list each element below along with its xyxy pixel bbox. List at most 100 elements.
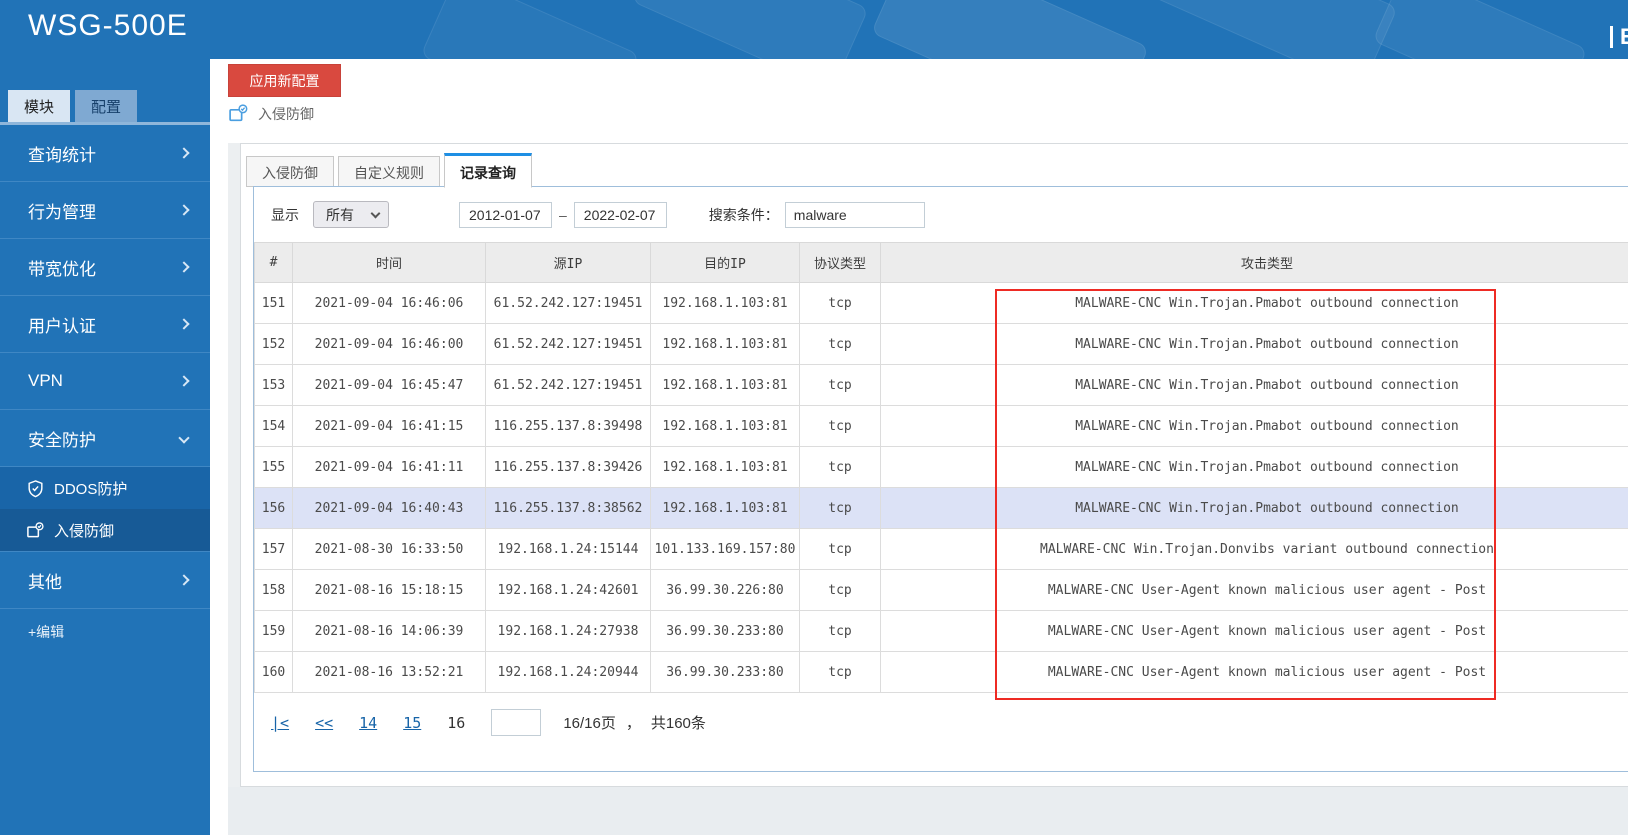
date-from-input[interactable] <box>459 201 552 228</box>
table-cell: tcp <box>799 446 881 488</box>
table-cell: tcp <box>799 282 881 324</box>
display-select[interactable]: 所有 <box>313 201 389 228</box>
table-cell: tcp <box>799 487 881 529</box>
table-cell: 158 <box>254 569 293 611</box>
sidebar-tab-config[interactable]: 配置 <box>75 90 137 122</box>
table-cell: tcp <box>799 405 881 447</box>
table-cell: 2021-08-16 14:06:39 <box>292 610 486 652</box>
page-jump-input[interactable] <box>491 709 542 736</box>
header-bg-decoration <box>870 0 1150 59</box>
sidebar-item-label: 行为管理 <box>28 202 96 222</box>
sidebar-subitem-intrusion[interactable]: 入侵防御 <box>0 509 210 551</box>
table-cell: 36.99.30.226:80 <box>650 569 800 611</box>
sidebar-nav: 查询统计 行为管理 带宽优化 用户认证 VPN 安全防护 DDOS防护 入侵防御… <box>0 125 210 609</box>
table-cell: 152 <box>254 323 293 365</box>
sidebar-subitem-label: DDOS防护 <box>54 480 128 498</box>
breadcrumb: 入侵防御 <box>228 103 314 124</box>
total-records: 共160条 <box>650 715 706 732</box>
chevron-right-icon <box>178 147 190 159</box>
date-to-input[interactable] <box>573 201 667 228</box>
table-header-row: # 时间 源IP 目的IP 协议类型 攻击类型 <box>254 242 1628 283</box>
tab-custom-rules[interactable]: 自定义规则 <box>338 156 440 187</box>
table-row[interactable]: 154 2021-09-04 16:41:15 116.255.137.8:3949… <box>254 405 1628 447</box>
table-body: 151 2021-09-04 16:46:06 61.52.242.127:1945… <box>254 282 1628 693</box>
app-header: WSG-500E E <box>0 0 1628 59</box>
chevron-right-icon <box>178 261 190 273</box>
table-row[interactable]: 160 2021-08-16 13:52:21 192.168.1.24:20944… <box>254 651 1628 693</box>
table-cell: 192.168.1.103:81 <box>650 446 800 488</box>
table-cell: 2021-09-04 16:40:43 <box>292 487 486 529</box>
table-cell: 2021-09-04 16:46:00 <box>292 323 486 365</box>
table-cell: 2021-08-30 16:33:50 <box>292 528 486 570</box>
sidebar-item-others[interactable]: 其他 <box>0 552 210 609</box>
table-row[interactable]: 155 2021-09-04 16:41:11 116.255.137.8:3942… <box>254 446 1628 488</box>
sidebar-item-label: 用户认证 <box>28 316 96 336</box>
table-cell: tcp <box>799 651 881 693</box>
table-cell: 192.168.1.103:81 <box>650 323 800 365</box>
col-header-dest-ip: 目的IP <box>650 242 800 283</box>
table-cell: 2021-08-16 13:52:21 <box>292 651 486 693</box>
app-title: WSG-500E <box>28 9 188 42</box>
first-page-link[interactable]: |< <box>271 714 289 732</box>
search-label: 搜索条件： <box>708 206 779 223</box>
table-cell: 192.168.1.103:81 <box>650 487 800 529</box>
table-cell: 2021-09-04 16:41:11 <box>292 446 486 488</box>
header-bg-decoration <box>1372 0 1588 59</box>
tab-label: 入侵防御 <box>262 165 318 181</box>
search-input[interactable] <box>784 201 925 228</box>
table-cell: 192.168.1.103:81 <box>650 364 800 406</box>
sidebar-item-query-stats[interactable]: 查询统计 <box>0 125 210 182</box>
table-row[interactable]: 152 2021-09-04 16:46:00 61.52.242.127:1945… <box>254 323 1628 365</box>
table-cell: MALWARE-CNC User-Agent known malicious u… <box>880 651 1628 693</box>
header-bg-decoration <box>1142 0 1398 59</box>
table-cell: 61.52.242.127:19451 <box>485 323 651 365</box>
page-link-15[interactable]: 15 <box>403 714 421 732</box>
table-row[interactable]: 157 2021-08-30 16:33:50 192.168.1.24:15144… <box>254 528 1628 570</box>
record-query-content: 显示 所有 – 搜索条件： # 时间 <box>253 186 1628 772</box>
page-link-14[interactable]: 14 <box>359 714 377 732</box>
table-row[interactable]: 151 2021-09-04 16:46:06 61.52.242.127:1945… <box>254 282 1628 324</box>
sidebar-item-label: 安全防护 <box>28 430 96 450</box>
table-cell: 192.168.1.24:27938 <box>485 610 651 652</box>
sidebar-edit-link[interactable]: +编辑 <box>28 622 64 642</box>
current-page: 16 <box>447 713 466 732</box>
table-row[interactable]: 153 2021-09-04 16:45:47 61.52.242.127:1945… <box>254 364 1628 406</box>
sidebar-item-bandwidth[interactable]: 带宽优化 <box>0 239 210 296</box>
tab-intrusion-defense[interactable]: 入侵防御 <box>246 156 334 187</box>
chevron-right-icon <box>178 375 190 387</box>
tab-record-query[interactable]: 记录查询 <box>444 153 532 188</box>
table-cell: MALWARE-CNC Win.Trojan.Donvibs variant o… <box>880 528 1628 570</box>
table-cell: MALWARE-CNC Win.Trojan.Pmabot outbound c… <box>880 446 1628 488</box>
header-bg-decoration <box>420 0 640 59</box>
sidebar: 模块 配置 查询统计 行为管理 带宽优化 用户认证 VPN 安全防护 DDOS防… <box>0 59 210 835</box>
table-cell: 155 <box>254 446 293 488</box>
sidebar-tab-modules[interactable]: 模块 <box>8 90 70 122</box>
chevron-right-icon <box>178 318 190 330</box>
table-cell: 192.168.1.103:81 <box>650 282 800 324</box>
language-button[interactable]: E <box>1610 26 1628 48</box>
col-header-attack-type: 攻击类型 <box>880 242 1628 283</box>
apply-config-button[interactable]: 应用新配置 <box>228 64 341 97</box>
prev-page-link[interactable]: << <box>315 714 333 732</box>
sidebar-item-vpn[interactable]: VPN <box>0 353 210 410</box>
display-select-value: 所有 <box>326 206 354 223</box>
table-cell: 153 <box>254 364 293 406</box>
table-row[interactable]: 156 2021-09-04 16:40:43 116.255.137.8:3856… <box>254 487 1628 529</box>
table-row[interactable]: 158 2021-08-16 15:18:15 192.168.1.24:42601… <box>254 569 1628 611</box>
sidebar-subitem-ddos[interactable]: DDOS防护 <box>0 467 210 509</box>
col-header-time: 时间 <box>292 242 486 283</box>
sidebar-tab-label: 模块 <box>23 98 54 116</box>
sidebar-item-behavior-mgmt[interactable]: 行为管理 <box>0 182 210 239</box>
chevron-down-icon <box>178 432 190 444</box>
table-cell: 36.99.30.233:80 <box>650 610 800 652</box>
main-content: 应用新配置 入侵防御 入侵防御 自定义规则 记录查询 显示 所有 2012-01… <box>210 59 1628 835</box>
sidebar-item-security[interactable]: 安全防护 <box>0 410 210 467</box>
table-cell: 2021-09-04 16:46:06 <box>292 282 486 324</box>
sidebar-item-label: 查询统计 <box>28 145 96 165</box>
table-cell: 192.168.1.24:42601 <box>485 569 651 611</box>
table-cell: MALWARE-CNC Win.Trojan.Pmabot outbound c… <box>880 405 1628 447</box>
table-cell: 36.99.30.233:80 <box>650 651 800 693</box>
sidebar-item-label: 带宽优化 <box>28 259 96 279</box>
table-row[interactable]: 159 2021-08-16 14:06:39 192.168.1.24:27938… <box>254 610 1628 652</box>
sidebar-item-user-auth[interactable]: 用户认证 <box>0 296 210 353</box>
